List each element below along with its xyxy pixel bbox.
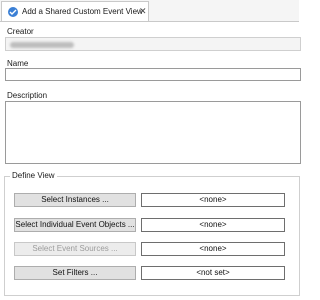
event-sources-value: <none>: [141, 242, 285, 256]
tab-bar: Add a Shared Custom Event View ✕: [0, 0, 299, 22]
event-objects-value: <none>: [141, 218, 285, 232]
creator-field: [5, 37, 301, 51]
select-individual-event-objects-button[interactable]: Select Individual Event Objects ...: [14, 218, 136, 232]
name-input[interactable]: [5, 68, 301, 81]
creator-value-blurred: [10, 42, 74, 48]
select-event-sources-button: Select Event Sources ...: [14, 242, 136, 256]
select-instances-button[interactable]: Select Instances ...: [14, 193, 136, 207]
description-label: Description: [7, 91, 48, 100]
close-icon[interactable]: ✕: [139, 6, 147, 16]
creator-label: Creator: [7, 27, 34, 36]
set-filters-button[interactable]: Set Filters ...: [14, 266, 136, 280]
name-label: Name: [7, 59, 29, 68]
filters-value: <not set>: [141, 266, 285, 280]
event-view-icon: [8, 7, 18, 17]
tab-add-shared-custom-event-view[interactable]: Add a Shared Custom Event View ✕: [1, 1, 149, 21]
define-view-title: Define View: [10, 171, 57, 180]
description-textarea[interactable]: [5, 101, 301, 164]
instances-value: <none>: [141, 193, 285, 207]
tab-title: Add a Shared Custom Event View: [22, 7, 143, 16]
